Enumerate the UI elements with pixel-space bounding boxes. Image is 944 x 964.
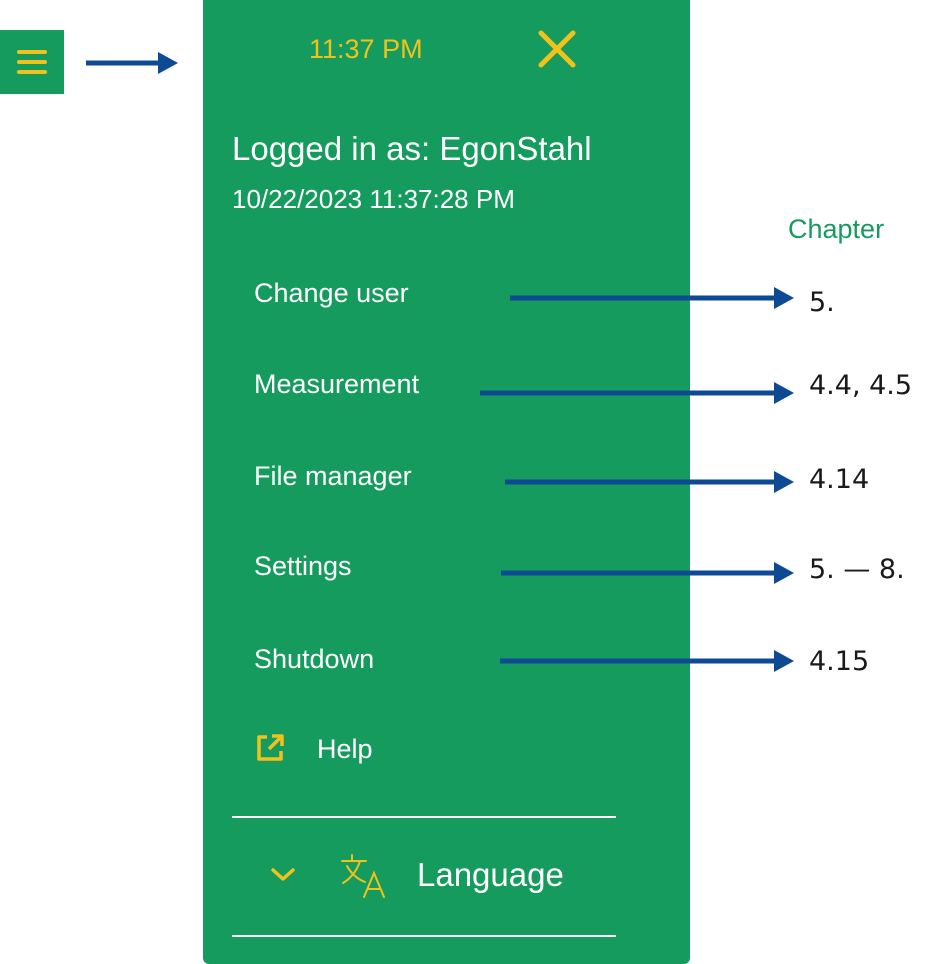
callout-arrows bbox=[86, 52, 794, 672]
